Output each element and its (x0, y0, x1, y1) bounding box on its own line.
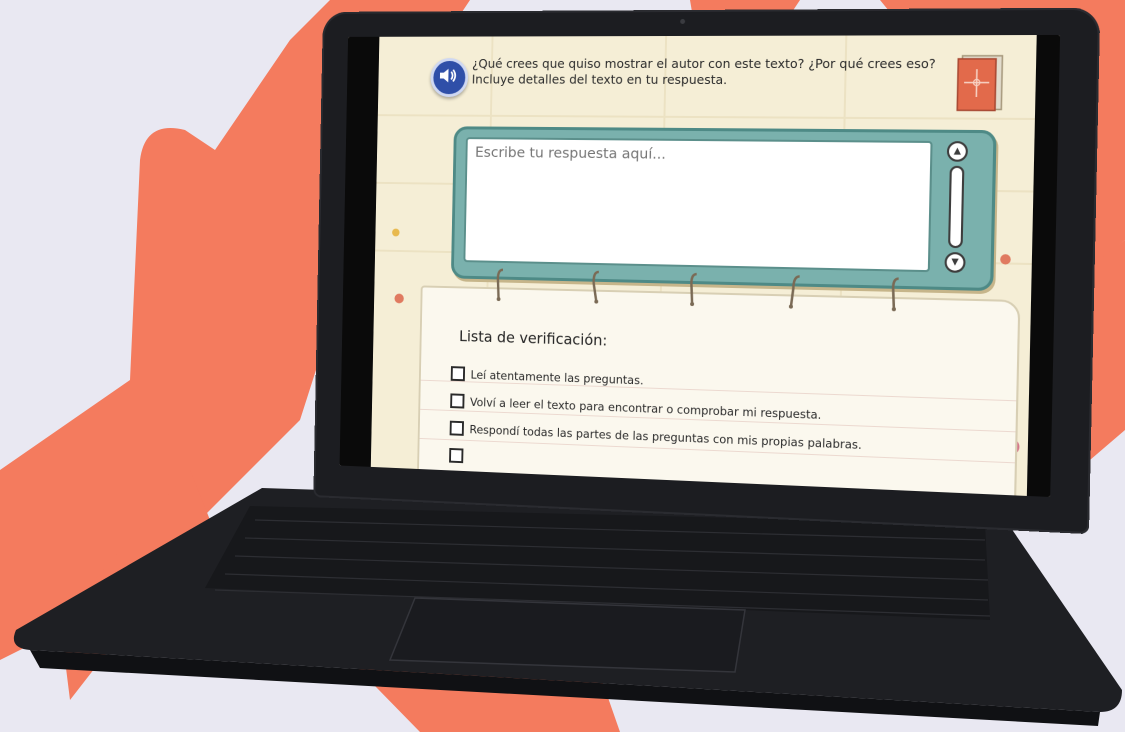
checklist-item-label: Leí atentamente las preguntas. (470, 367, 644, 387)
book-icon (955, 54, 1007, 114)
laptop-lid: ¿Qué crees que quiso mostrar el autor co… (313, 7, 1101, 535)
checkbox[interactable] (449, 447, 464, 464)
checkbox[interactable] (450, 366, 466, 382)
speaker-icon (439, 68, 458, 84)
decor-dot (394, 293, 404, 304)
laptop-screen: ¿Qué crees que quiso mostrar el autor co… (339, 34, 1061, 497)
scroll-up-icon[interactable]: ▲ (946, 141, 969, 162)
scroll-down-icon[interactable]: ▼ (944, 251, 966, 273)
audio-play-button[interactable] (430, 58, 469, 98)
answer-input[interactable] (463, 137, 933, 273)
scroll-thumb[interactable] (948, 165, 965, 249)
checklist-item-label: Respondí todas las partes de las pregunt… (469, 421, 862, 452)
decor-dot (392, 228, 400, 237)
binder-ring-icon (891, 276, 906, 311)
checklist-paper: Lista de verificación: Leí atentamente l… (416, 285, 1021, 497)
question-prompt: ¿Qué crees que quiso mostrar el autor co… (471, 55, 936, 88)
binder-ring-icon (591, 270, 605, 304)
webcam (680, 18, 686, 24)
binder-ring-icon (788, 274, 804, 309)
checkbox[interactable] (450, 393, 465, 409)
checkbox[interactable] (449, 420, 464, 436)
binder-ring-icon (496, 268, 510, 302)
answer-scrollbar[interactable]: ▲ ▼ (940, 141, 975, 276)
checklist-title: Lista de verificación: (458, 327, 608, 350)
activity-canvas: ¿Qué crees que quiso mostrar el autor co… (370, 35, 1037, 497)
answer-frame: ▲ ▼ (450, 126, 997, 292)
binder-ring-icon (690, 272, 697, 306)
checklist-item[interactable] (449, 447, 469, 464)
